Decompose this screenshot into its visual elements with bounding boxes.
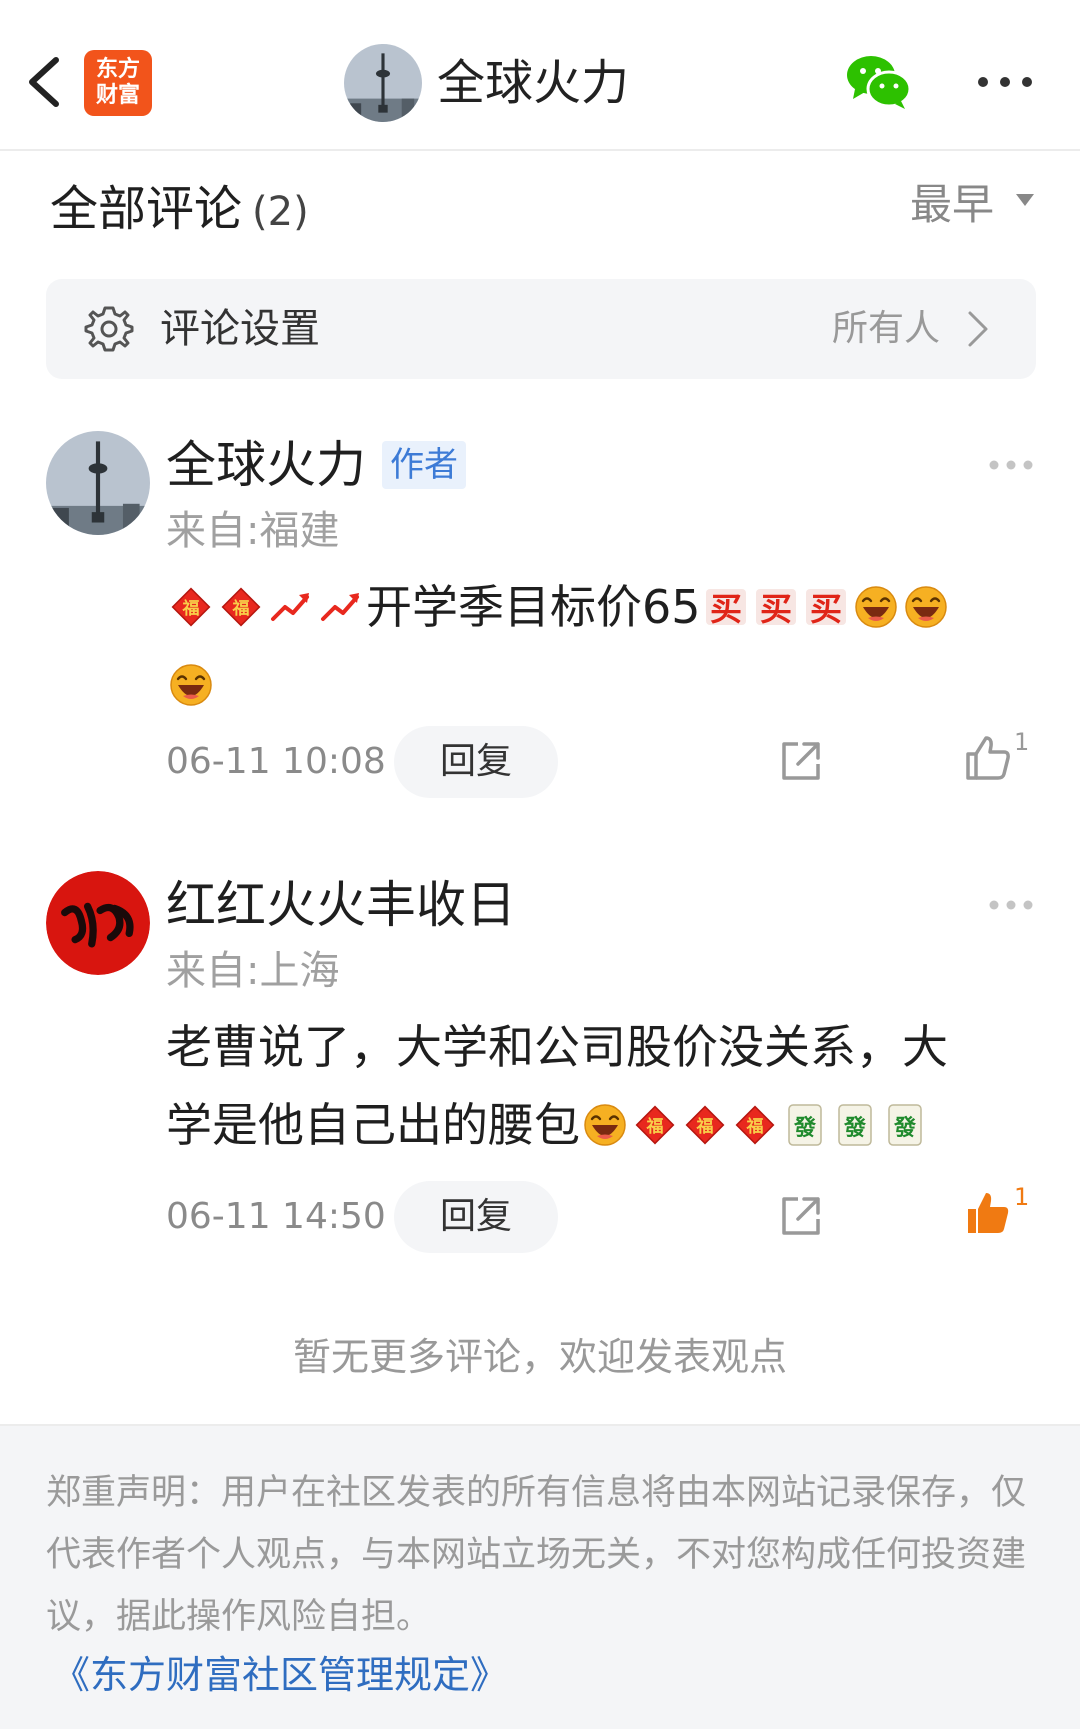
tower-photo-icon: [46, 431, 150, 535]
comment-avatar[interactable]: [46, 871, 150, 975]
comments-title: 全部评论: [50, 181, 243, 237]
fa-tile-emoji-icon: [838, 1104, 872, 1146]
community-rules-link[interactable]: 《东方财富社区管理规定》: [52, 1646, 508, 1704]
comment-location: 来自:上海: [166, 948, 340, 994]
comment-timestamp: 06-11 10:08: [166, 741, 386, 782]
footer: 郑重声明：用户在社区发表的所有信息将由本网站记录保存，仅代表作者个人观点，与本网…: [0, 1424, 1080, 1729]
like-count: 1: [1014, 728, 1030, 756]
comment-text: 开学季目标价65: [366, 580, 701, 634]
gear-icon: [84, 306, 134, 352]
trend-up-emoji-icon: [321, 591, 361, 621]
author-badge: 作者: [382, 441, 466, 489]
comments-heading: 全部评论 (2): [50, 176, 309, 245]
comment-body: 老曹说了，大学和公司股价没关系，大 学是他自己出的腰包: [166, 1008, 1046, 1164]
comment-settings-row[interactable]: 评论设置 所有人: [46, 279, 1036, 379]
no-more-comments: 暂无更多评论，欢迎发表观点: [292, 1335, 787, 1379]
comment-location: 来自:福建: [166, 508, 340, 554]
fu-emoji-icon: [685, 1105, 725, 1145]
header-avatar[interactable]: [344, 44, 422, 122]
more-horizontal-icon[interactable]: [988, 458, 1034, 472]
laugh-emoji-icon: [583, 1103, 627, 1147]
logo-text-line1: 东方: [95, 57, 140, 82]
page-title: 全球火力: [437, 55, 630, 111]
reply-button[interactable]: 回复: [394, 726, 558, 798]
fa-tile-emoji-icon: [788, 1104, 822, 1146]
thumbs-up-filled-icon[interactable]: [964, 1189, 1012, 1237]
chevron-left-icon[interactable]: [22, 52, 66, 112]
comment-text-line1: 老曹说了，大学和公司股价没关系，大: [166, 1020, 948, 1074]
settings-label: 评论设置: [160, 306, 320, 352]
comment-timestamp: 06-11 14:50: [166, 1196, 386, 1237]
comment-body: 开学季目标价65: [166, 568, 1046, 724]
thumbs-up-icon[interactable]: [964, 734, 1012, 782]
laugh-emoji-icon: [904, 585, 947, 629]
comment-author-name[interactable]: 红红火火丰收日: [166, 872, 516, 938]
buy-emoji-icon: [705, 589, 746, 628]
logo-text-line2: 财富: [95, 83, 140, 108]
caret-down-icon[interactable]: [1014, 192, 1036, 208]
top-nav-bar: 东方 财富 全球火力: [0, 0, 1080, 151]
calligraphy-avatar-icon: [46, 871, 150, 975]
comment-header: 全球火力 作者: [166, 432, 466, 498]
fu-emoji-icon: [635, 1105, 675, 1145]
like-count: 1: [1014, 1183, 1030, 1211]
eastmoney-logo[interactable]: 东方 财富: [84, 50, 152, 116]
fa-tile-emoji-icon: [888, 1104, 922, 1146]
tower-photo-icon: [344, 44, 422, 122]
reply-button[interactable]: 回复: [394, 1181, 558, 1253]
fu-emoji-icon: [735, 1105, 775, 1145]
disclaimer-text: 郑重声明：用户在社区发表的所有信息将由本网站记录保存，仅代表作者个人观点，与本网…: [46, 1473, 1027, 1637]
more-horizontal-icon[interactable]: [975, 70, 1035, 94]
share-icon[interactable]: [778, 1193, 824, 1239]
comments-count: (2): [252, 189, 309, 235]
comment-author-name[interactable]: 全球火力: [166, 432, 366, 498]
chevron-right-icon: [968, 311, 988, 347]
fu-emoji-icon: [221, 587, 261, 627]
trend-up-emoji-icon: [271, 591, 311, 621]
sort-dropdown[interactable]: 最早: [910, 176, 994, 234]
fu-emoji-icon: [171, 587, 211, 627]
laugh-emoji-icon: [854, 585, 897, 629]
comment-text-line2: 学是他自己出的腰包: [166, 1098, 580, 1152]
buy-emoji-icon: [805, 589, 846, 628]
more-horizontal-icon[interactable]: [988, 898, 1034, 912]
buy-emoji-icon: [755, 589, 796, 628]
laugh-emoji-icon: [169, 663, 213, 707]
share-icon[interactable]: [778, 738, 824, 784]
wechat-icon[interactable]: [845, 53, 913, 111]
comment-avatar[interactable]: [46, 431, 150, 535]
settings-value: 所有人: [832, 308, 941, 349]
